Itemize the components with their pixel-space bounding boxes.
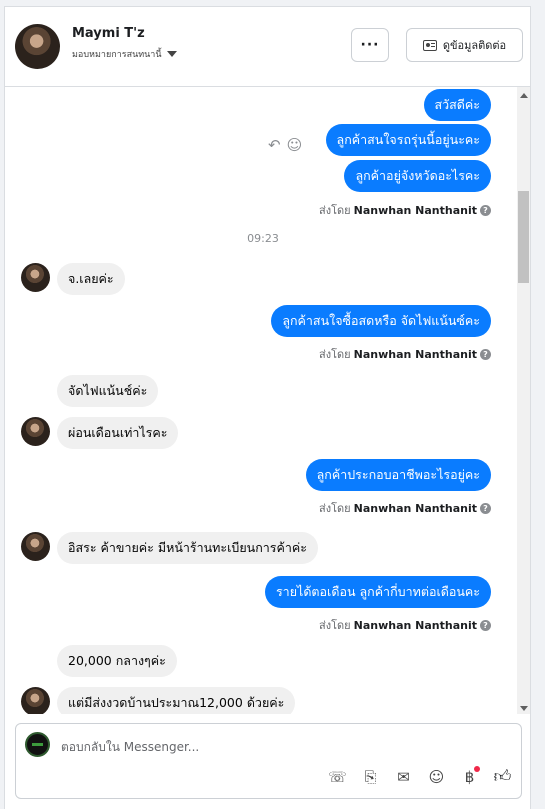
agent-name: Nanwhan Nanthanit: [353, 347, 477, 361]
help-icon[interactable]: ?: [480, 619, 491, 631]
agent-name: Nanwhan Nanthanit: [353, 501, 477, 515]
contact-name[interactable]: Maymi T'z: [72, 26, 145, 41]
message-incoming: จ.เลยค่ะ: [57, 263, 125, 295]
agent-name: Nanwhan Nanthanit: [353, 203, 477, 217]
assign-conversation-dropdown[interactable]: มอบหมายการสนทนานี้: [72, 47, 177, 61]
message-outgoing: สวัสดีค่ะ: [423, 89, 491, 121]
contact-card-icon: [422, 39, 437, 51]
reply-icon[interactable]: ↶: [268, 136, 281, 154]
message-incoming: ผ่อนเดือนเท่าไรคะ: [57, 417, 179, 449]
composer-toolbar: ☏ ⎘ ✉ ☺ ฿ 👍︎: [327, 766, 513, 787]
reply-composer[interactable]: ตอบกลับใน Messenger... ☏ ⎘ ✉ ☺ ฿ 👍︎: [15, 723, 522, 799]
contact-avatar: [21, 417, 50, 446]
sent-by-label: ส่งโดย Nanwhan Nanthanit ?: [319, 499, 491, 517]
help-icon[interactable]: ?: [480, 502, 491, 514]
notification-dot: [474, 766, 480, 772]
contact-avatar: [21, 532, 50, 561]
message-outgoing: รายได้ตอเดือน ลูกค้ากี่บาทต่อเดือนคะ: [264, 576, 491, 608]
agent-name: Nanwhan Nanthanit: [353, 618, 477, 632]
message-outgoing: ลูกค้าอยู่จังหวัดอะไรคะ: [344, 160, 491, 192]
view-contact-button[interactable]: ดูข้อมูลติดต่อ: [406, 28, 523, 62]
sent-by-label: ส่งโดย Nanwhan Nanthanit ?: [319, 345, 491, 363]
more-options-button[interactable]: ···: [351, 28, 389, 62]
attach-icon[interactable]: ⎘: [360, 766, 381, 787]
reply-input[interactable]: ตอบกลับใน Messenger...: [61, 738, 199, 757]
contact-avatar: [21, 263, 50, 292]
caret-down-icon: [166, 51, 177, 57]
help-icon[interactable]: ?: [480, 204, 491, 216]
sent-by-label: ส่งโดย Nanwhan Nanthanit ?: [319, 201, 491, 219]
message-incoming: จัดไฟแน้นช์ค่ะ: [57, 375, 159, 407]
saved-reply-icon[interactable]: ✉: [393, 766, 414, 787]
message-incoming: อิสระ ค้าขายค่ะ มีหน้าร้านทะเบียนการค้าค…: [57, 532, 318, 564]
sent-by-label: ส่งโดย Nanwhan Nanthanit ?: [319, 616, 491, 634]
conversation-panel: Maymi T'z มอบหมายการสนทนานี้ ··· ดูข้อมู…: [4, 6, 531, 809]
message-list[interactable]: สวัสดีค่ะ ↶ ☺ ลูกค้าสนใจรถรุ่นนี้อยู่นะค…: [5, 87, 530, 714]
view-contact-label: ดูข้อมูลติดต่อ: [442, 39, 507, 52]
assign-label: มอบหมายการสนทนานี้: [72, 50, 162, 60]
message-outgoing: ลูกค้าประกอบอาชีพอะไรอยู่คะ: [305, 459, 491, 491]
message-actions: ↶ ☺: [268, 136, 302, 154]
contact-avatar: [21, 687, 50, 714]
message-outgoing: ลูกค้าสนใจซื้อสดหรือ จัดไฟแน้นซ์คะ: [271, 305, 491, 337]
message-incoming: 20,000 กลางๆค่ะ: [57, 645, 177, 677]
scroll-up-icon[interactable]: [520, 93, 528, 98]
emoji-icon[interactable]: ☺: [426, 766, 447, 787]
call-add-icon[interactable]: ☏: [327, 766, 348, 787]
contact-avatar[interactable]: [15, 24, 60, 69]
message-outgoing: ลูกค้าสนใจรถรุ่นนี้อยู่นะคะ: [325, 124, 491, 156]
scroll-down-icon[interactable]: [520, 706, 528, 711]
conversation-header: Maymi T'z มอบหมายการสนทนานี้ ··· ดูข้อมู…: [5, 7, 530, 87]
message-incoming: แต่มีส่งงวดบ้านประมาณ12,000 ด้วยค่ะ: [57, 687, 296, 714]
timestamp: 09:23: [247, 232, 279, 245]
like-icon[interactable]: 👍︎: [492, 766, 513, 787]
page-avatar: [25, 732, 50, 757]
scrollbar[interactable]: [517, 87, 530, 714]
more-icon: ···: [360, 37, 380, 53]
payment-icon[interactable]: ฿: [459, 766, 480, 787]
scrollbar-thumb[interactable]: [518, 191, 529, 283]
help-icon[interactable]: ?: [480, 348, 491, 360]
emoji-react-icon[interactable]: ☺: [287, 136, 303, 154]
